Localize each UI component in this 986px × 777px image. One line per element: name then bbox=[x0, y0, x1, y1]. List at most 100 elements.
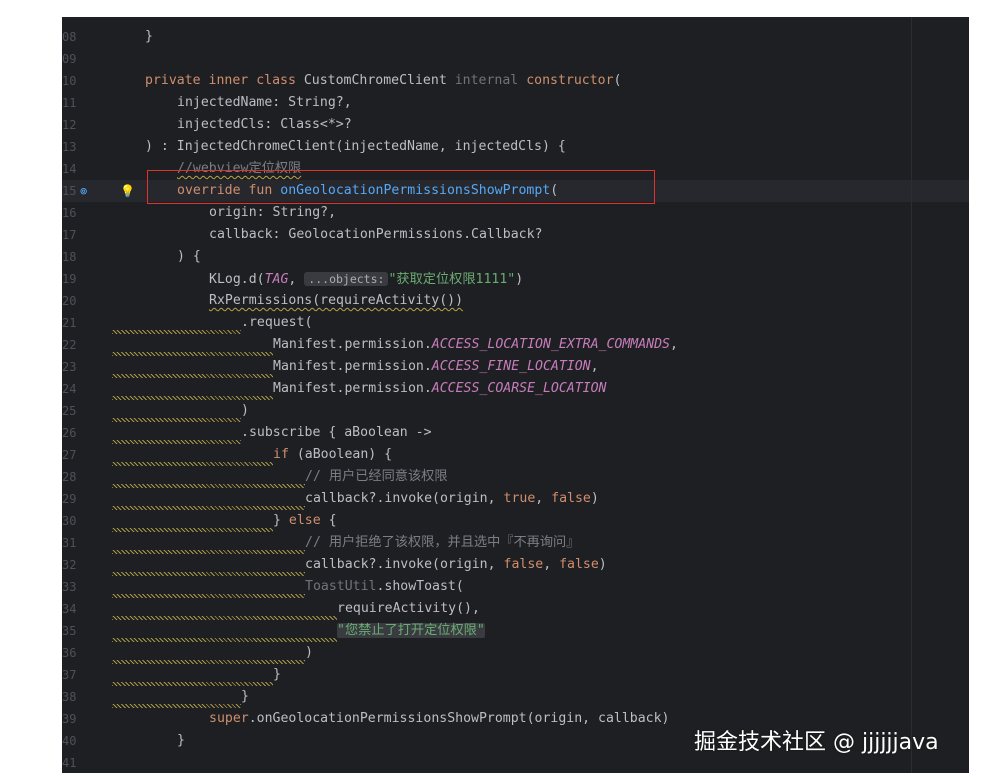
code-line[interactable]: 31 // 用户拒绝了该权限，并且选中『不再询问』 bbox=[62, 532, 969, 554]
code-token: injectedName: String?, bbox=[177, 95, 352, 110]
annotation-highlight-box bbox=[147, 170, 655, 204]
code-line[interactable]: 38} bbox=[62, 686, 969, 708]
code-text: .subscribe { aBoolean -> bbox=[241, 422, 432, 444]
code-line[interactable]: 11 injectedName: String?, bbox=[62, 92, 969, 114]
code-line[interactable]: 18) { bbox=[62, 246, 969, 268]
code-line[interactable]: 33 ToastUtil.showToast( bbox=[62, 576, 969, 598]
code-line[interactable]: 37} bbox=[62, 664, 969, 686]
line-number: 23 bbox=[62, 360, 77, 374]
code-text: callback?.invoke(origin, true, false) bbox=[305, 488, 599, 510]
code-line[interactable]: 34 requireActivity(), bbox=[62, 598, 969, 620]
code-token: class bbox=[256, 73, 296, 88]
code-token: } bbox=[241, 689, 249, 704]
line-number: 25 bbox=[62, 404, 77, 418]
code-text: origin: String?, bbox=[209, 202, 336, 224]
code-text: Manifest.permission.ACCESS_LOCATION_EXTR… bbox=[273, 334, 678, 356]
code-line[interactable]: 26 .subscribe { aBoolean -> bbox=[62, 422, 969, 444]
code-text: ToastUtil.showToast( bbox=[305, 576, 464, 598]
code-token: "您禁止了打开定位权限" bbox=[337, 623, 485, 638]
line-number: 20 bbox=[62, 294, 77, 308]
code-token: (aBoolean) { bbox=[288, 447, 393, 462]
code-token: requireActivity(), bbox=[337, 601, 480, 616]
code-line[interactable]: 22 Manifest.permission.ACCESS_LOCATION_EX… bbox=[62, 334, 969, 356]
code-token: TAG bbox=[264, 272, 289, 287]
code-token: callback?.invoke(origin, bbox=[305, 491, 504, 506]
line-number: 27 bbox=[62, 448, 77, 462]
lightbulb-icon[interactable]: 💡 bbox=[120, 185, 135, 197]
code-token: ToastUtil bbox=[305, 579, 377, 594]
code-token: injectedCls: Class<*>? bbox=[177, 117, 352, 132]
code-token: ) bbox=[590, 491, 599, 506]
line-number: 40 bbox=[62, 734, 77, 748]
code-text: } bbox=[177, 730, 185, 752]
line-number: 28 bbox=[62, 470, 77, 484]
line-number: 34 bbox=[62, 602, 77, 616]
code-line[interactable]: 27 if (aBoolean) { bbox=[62, 444, 969, 466]
code-text: .request( bbox=[241, 312, 312, 334]
code-token: , bbox=[535, 491, 552, 506]
code-line[interactable]: 17 callback: GeolocationPermissions.Callb… bbox=[62, 224, 969, 246]
code-line[interactable]: 08} bbox=[62, 26, 969, 48]
code-line[interactable]: 30} else { bbox=[62, 510, 969, 532]
line-number: 10 bbox=[62, 74, 77, 88]
code-token: .showToast( bbox=[376, 579, 464, 594]
code-line[interactable]: 12 injectedCls: Class<*>? bbox=[62, 114, 969, 136]
code-token: ACCESS_COARSE_LOCATION bbox=[431, 381, 607, 396]
line-number: 15 bbox=[62, 184, 77, 198]
code-token: callback?.invoke(origin, bbox=[305, 557, 504, 572]
code-text: Manifest.permission.ACCESS_COARSE_LOCATI… bbox=[273, 378, 606, 400]
override-marker-icon[interactable]: ⊚ bbox=[80, 185, 87, 197]
code-token: false bbox=[551, 491, 591, 506]
code-text: } bbox=[273, 664, 281, 686]
code-text: // 用户已经同意该权限 bbox=[305, 466, 448, 488]
code-line[interactable]: 35 "您禁止了打开定位权限" bbox=[62, 620, 969, 642]
code-line[interactable]: 21 .request( bbox=[62, 312, 969, 334]
code-token: , bbox=[288, 272, 305, 287]
inlay-hint: ...objects: bbox=[304, 272, 389, 286]
code-line[interactable]: 32 callback?.invoke(origin, false, false) bbox=[62, 554, 969, 576]
code-line[interactable]: 25) bbox=[62, 400, 969, 422]
code-text: ) bbox=[241, 400, 249, 422]
code-line[interactable]: 23 Manifest.permission.ACCESS_FINE_LOCATI… bbox=[62, 356, 969, 378]
code-token: super bbox=[209, 711, 249, 726]
code-token: ) bbox=[598, 557, 607, 572]
code-token: ) : InjectedChromeClient(injectedName, i… bbox=[145, 139, 566, 154]
code-token: else bbox=[288, 513, 321, 528]
line-number: 31 bbox=[62, 536, 77, 550]
code-line[interactable]: 24 Manifest.permission.ACCESS_COARSE_LOCA… bbox=[62, 378, 969, 400]
code-line[interactable]: 13) : InjectedChromeClient(injectedName,… bbox=[62, 136, 969, 158]
line-number: 24 bbox=[62, 382, 77, 396]
code-text: KLog.d(TAG, ...objects: "获取定位权限1111") bbox=[209, 268, 523, 291]
line-number: 17 bbox=[62, 228, 77, 242]
code-token: } bbox=[145, 29, 153, 44]
code-line[interactable]: 36) bbox=[62, 642, 969, 664]
code-line[interactable]: 10 private inner class CustomChromeClient… bbox=[62, 70, 969, 92]
code-line[interactable]: 20 RxPermissions(requireActivity()) bbox=[62, 290, 969, 312]
code-token: Manifest.permission. bbox=[273, 359, 432, 374]
code-line[interactable]: 29 callback?.invoke(origin, true, false) bbox=[62, 488, 969, 510]
code-token: CustomChromeClient bbox=[303, 73, 447, 88]
code-line[interactable]: 09 bbox=[62, 48, 969, 70]
code-token: } bbox=[273, 513, 289, 528]
code-token: , bbox=[590, 359, 599, 374]
code-token: true bbox=[503, 491, 536, 506]
code-editor[interactable]: 08} 09 10 private inner class CustomChromeC… bbox=[62, 17, 969, 773]
code-token: origin: String?, bbox=[209, 205, 337, 220]
line-number: 33 bbox=[62, 580, 77, 594]
code-text: "您禁止了打开定位权限" bbox=[337, 620, 485, 642]
code-token: inner bbox=[208, 73, 249, 88]
code-line[interactable]: 19 KLog.d(TAG, ...objects: "获取定位权限1111") bbox=[62, 268, 969, 290]
code-token: Manifest.permission. bbox=[273, 337, 432, 352]
code-line[interactable]: 28 // 用户已经同意该权限 bbox=[62, 466, 969, 488]
code-token: .onGeolocationPermissionsShowPrompt(orig… bbox=[248, 711, 670, 726]
code-text: } bbox=[145, 26, 153, 48]
code-line[interactable]: 16 origin: String?, bbox=[62, 202, 969, 224]
code-token: ) bbox=[305, 645, 313, 660]
line-number: 35 bbox=[62, 624, 77, 638]
code-text: private inner class CustomChromeClient i… bbox=[145, 70, 622, 92]
code-text: Manifest.permission.ACCESS_FINE_LOCATION… bbox=[273, 356, 599, 378]
line-number: 39 bbox=[62, 712, 77, 726]
code-token: ) { bbox=[177, 249, 201, 264]
code-token: // 用户已经同意该权限 bbox=[305, 469, 448, 484]
code-token: RxPermissions(requireActivity()) bbox=[209, 293, 464, 308]
